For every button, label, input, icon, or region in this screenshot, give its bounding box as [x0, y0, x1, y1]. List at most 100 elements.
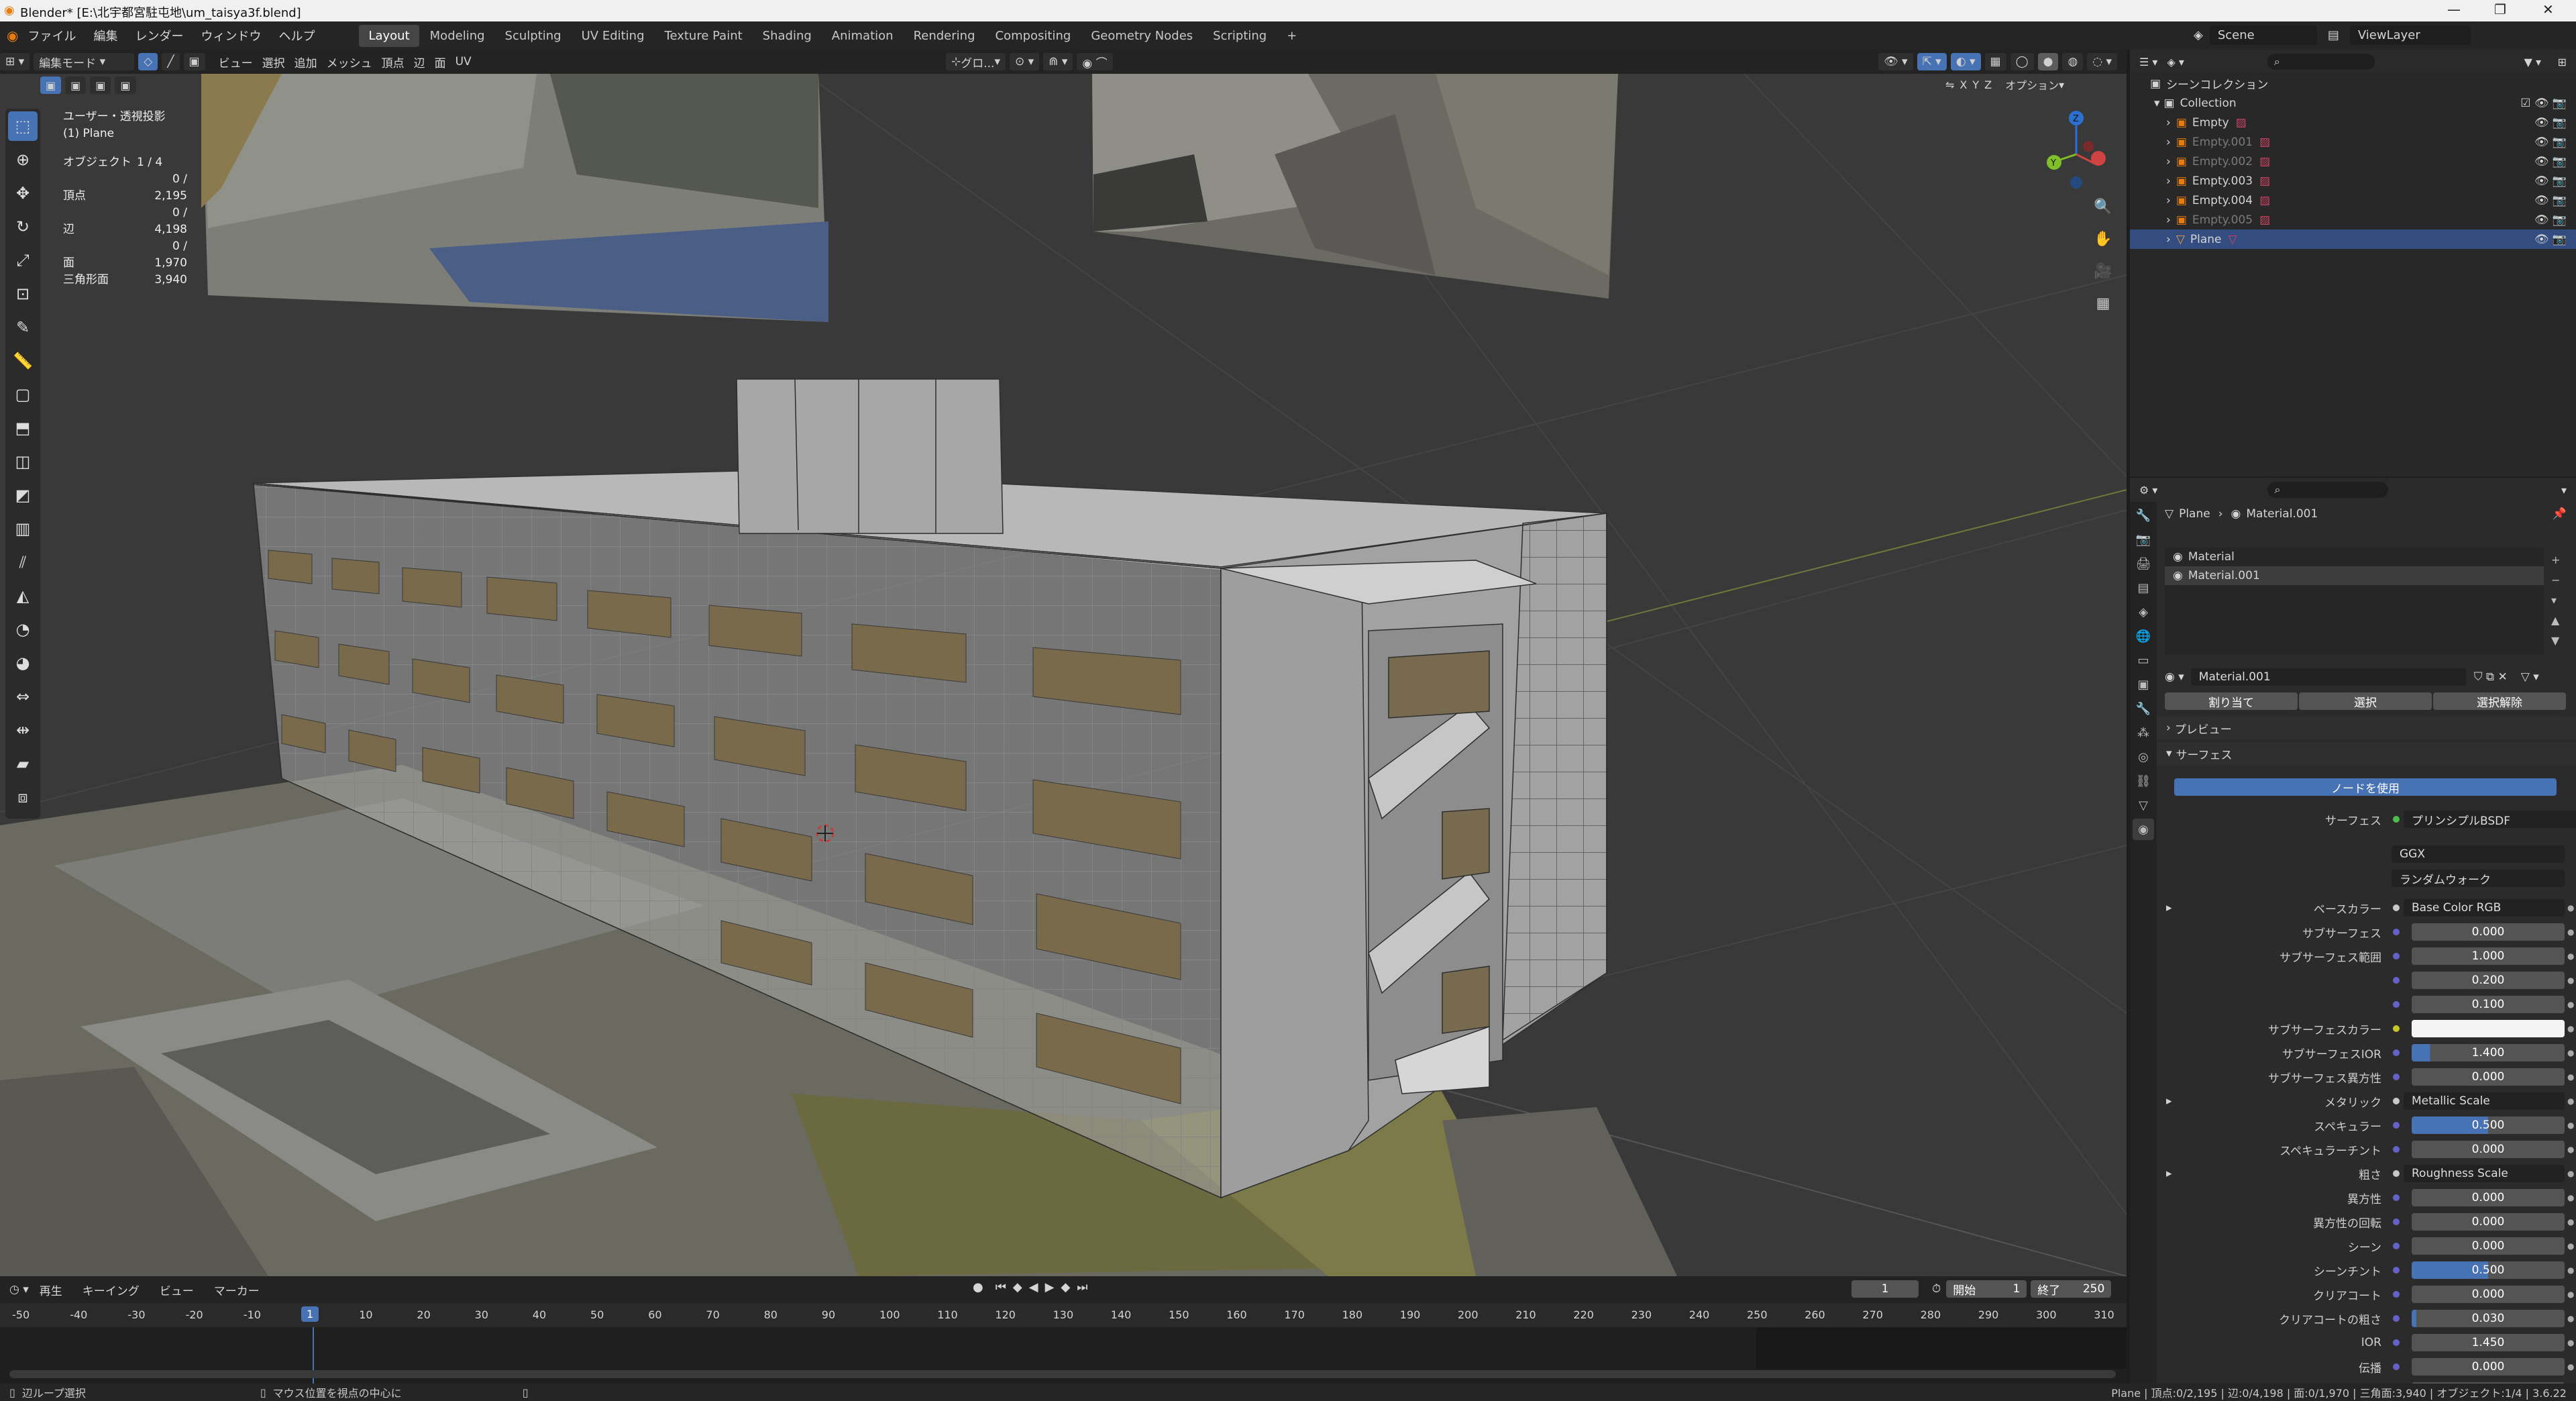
socket-icon[interactable] [2393, 953, 2400, 959]
expand-toggle-icon[interactable]: › [2166, 233, 2171, 246]
new-collection-icon[interactable]: ⊞ [2558, 56, 2567, 68]
options-menu[interactable]: オプション [2005, 76, 2059, 93]
keyframe-dot-icon[interactable]: ● [2567, 1000, 2574, 1009]
outliner-item[interactable]: › ▣ Empty.002 ▨ 👁 📷 [2130, 152, 2576, 171]
menu-marker[interactable]: マーカー [214, 1282, 260, 1298]
numeric-slider[interactable]: 0.000 [2412, 1358, 2565, 1376]
edge-slide-tool-icon[interactable]: ⇔ [8, 682, 38, 711]
visibility-toggles[interactable]: 👁 📷 [2534, 155, 2567, 168]
loop-cut-tool-icon[interactable]: ▥ [8, 514, 38, 543]
visibility-toggles[interactable]: 👁 📷 [2534, 174, 2567, 188]
tab-animation[interactable]: Animation [822, 25, 903, 47]
keyframe-dot-icon[interactable]: ● [2567, 1072, 2574, 1082]
menu-playback[interactable]: 再生 [40, 1282, 62, 1298]
rotate-tool-icon[interactable]: ↻ [8, 212, 38, 242]
tab-scripting[interactable]: Scripting [1203, 25, 1276, 47]
image-data-icon[interactable]: ▨ [2236, 116, 2247, 129]
3d-viewport[interactable]: ⬚ ⊕ ✥ ↻ ⤢ ⊡ ✎ 📏 ▢ ⬒ ◫ ◩ ▥ ⫽ ◭ ◔ ◕ ⇔ ⇹ ▰ … [0, 74, 2127, 1276]
menu-keying[interactable]: キーイング [83, 1282, 140, 1298]
preview-panel-header[interactable]: › プレビュー [2157, 717, 2576, 739]
scene-tab-icon[interactable]: ◈ [2133, 601, 2154, 623]
numeric-slider[interactable]: 1.000 [2412, 947, 2565, 965]
shading-render-icon[interactable]: ◌ ▾ [2087, 53, 2118, 70]
linked-input-field[interactable]: Roughness Scale [2404, 1165, 2565, 1182]
timeline-ruler[interactable]: -50 -40 -30 -20 -10 1 10 20 30 40 50 60 70 80 90 100 110… [0, 1303, 2127, 1327]
transform-tool-icon[interactable]: ⊡ [8, 279, 38, 309]
annotate-tool-icon[interactable]: ✎ [8, 313, 38, 342]
socket-icon[interactable] [2393, 977, 2400, 984]
expand-toggle-icon[interactable]: › [2166, 136, 2171, 149]
numeric-slider[interactable]: 0.000 [2412, 1237, 2565, 1255]
keyframe-dot-icon[interactable]: ● [2567, 1048, 2574, 1057]
measure-tool-icon[interactable]: 📏 [8, 346, 38, 376]
menu-add[interactable]: 追加 [294, 54, 317, 70]
properties-search-input[interactable]: ⌕ [2267, 482, 2389, 498]
keyframe-dot-icon[interactable]: ● [2567, 1024, 2574, 1033]
inset-tool-icon[interactable]: ◫ [8, 447, 38, 476]
assign-button[interactable]: 割り当て [2165, 692, 2298, 710]
bevel-tool-icon[interactable]: ◩ [8, 480, 38, 510]
pivot-icon[interactable]: ⊙ ▾ [1010, 53, 1040, 70]
modifier-tab-icon[interactable]: 🔧 [2133, 698, 2154, 719]
navigation-gizmo[interactable]: Z Y [2039, 107, 2113, 195]
world-tab-icon[interactable]: 🌐 [2133, 625, 2154, 647]
outliner-item[interactable]: › ▣ Empty.003 ▨ 👁 📷 [2130, 171, 2576, 191]
outliner-item[interactable]: › ▽ Plane ▽ 👁 📷 [2130, 229, 2576, 249]
keyframe-dot-icon[interactable]: ● [2567, 1096, 2574, 1106]
play-reverse-icon[interactable]: ◀ [1029, 1280, 1038, 1294]
socket-icon[interactable] [2393, 1315, 2400, 1322]
shading-wireframe-icon[interactable]: ◯ [2010, 53, 2034, 70]
scene-collection-row[interactable]: ▣ シーンコレクション [2130, 74, 2576, 93]
zoom-icon[interactable]: 🔍 [2090, 193, 2116, 220]
axis-x-toggle[interactable]: X [1960, 79, 1967, 91]
visibility-toggles[interactable]: 👁 📷 [2534, 213, 2567, 227]
shading-solid-icon[interactable]: ● [2037, 53, 2059, 70]
keyframe-dot-icon[interactable]: ● [2567, 1145, 2574, 1154]
perspective-toggle-icon[interactable]: ▦ [2090, 290, 2116, 317]
render-tab-icon[interactable]: 📷 [2133, 529, 2154, 550]
menu-edit[interactable]: 編集 [93, 27, 117, 44]
expand-toggle-icon[interactable]: › [2166, 213, 2171, 227]
keyframe-dot-icon[interactable]: ● [2567, 1193, 2574, 1202]
remove-slot-icon[interactable]: − [2551, 570, 2560, 590]
gizmo-neg-x-icon[interactable] [2083, 141, 2094, 152]
snap-icon[interactable]: ⋒ ▾ [1043, 53, 1073, 70]
keyframe-dot-icon[interactable]: ● [2567, 927, 2574, 937]
numeric-slider[interactable]: 0.000 [2412, 923, 2565, 941]
numeric-slider[interactable]: 0.500 [2412, 1261, 2565, 1279]
minimize-icon[interactable]: — [2447, 1, 2461, 17]
transform-orientation-select[interactable]: ⊹ グロ... ▾ [946, 53, 1006, 70]
filter-icon[interactable]: ▼ ▾ [2524, 56, 2541, 68]
shrink-fatten-tool-icon[interactable]: ⇹ [8, 715, 38, 745]
tab-uv-editing[interactable]: UV Editing [572, 25, 654, 47]
socket-icon[interactable] [2393, 1170, 2400, 1177]
shear-tool-icon[interactable]: ▰ [8, 749, 38, 778]
visibility-toggles[interactable]: 👁 📷 [2534, 233, 2567, 246]
cursor-tool-icon[interactable]: ⊕ [8, 145, 38, 174]
menu-mesh[interactable]: メッシュ [327, 54, 372, 70]
move-up-icon[interactable]: ▲ [2551, 611, 2560, 631]
scale-tool-icon[interactable]: ⤢ [8, 246, 38, 275]
next-keyframe-icon[interactable]: ◆ [1061, 1280, 1070, 1294]
tab-shading[interactable]: Shading [753, 25, 821, 47]
gizmo-neg-z-icon[interactable] [2070, 176, 2082, 189]
smooth-tool-icon[interactable]: ◕ [8, 648, 38, 678]
tab-rendering[interactable]: Rendering [904, 25, 985, 47]
socket-icon[interactable] [2393, 1218, 2400, 1225]
socket-icon[interactable] [2393, 904, 2400, 911]
outliner-editor-icon[interactable]: ☰ ▾ [2139, 56, 2157, 68]
socket-icon[interactable] [2393, 1001, 2400, 1008]
tool-tab-icon[interactable]: 🔧 [2133, 505, 2154, 526]
use-nodes-button[interactable]: ノードを使用 [2174, 778, 2557, 796]
poly-build-tool-icon[interactable]: ◭ [8, 581, 38, 611]
move-tool-icon[interactable]: ✥ [8, 178, 38, 208]
tab-modeling[interactable]: Modeling [421, 25, 494, 47]
image-data-icon[interactable]: ▨ [2259, 194, 2270, 207]
select-box-tool-icon[interactable]: ⬚ [8, 111, 38, 141]
socket-icon[interactable] [2393, 1025, 2400, 1032]
menu-file[interactable]: ファイル [28, 27, 76, 44]
frame-start-field[interactable]: 開始 1 [1946, 1280, 2027, 1298]
visibility-toggles[interactable]: 👁 📷 [2534, 194, 2567, 207]
collection-toggles[interactable]: ☑ 👁 📷 [2520, 97, 2567, 110]
numeric-slider[interactable]: 0.200 [2412, 972, 2565, 989]
